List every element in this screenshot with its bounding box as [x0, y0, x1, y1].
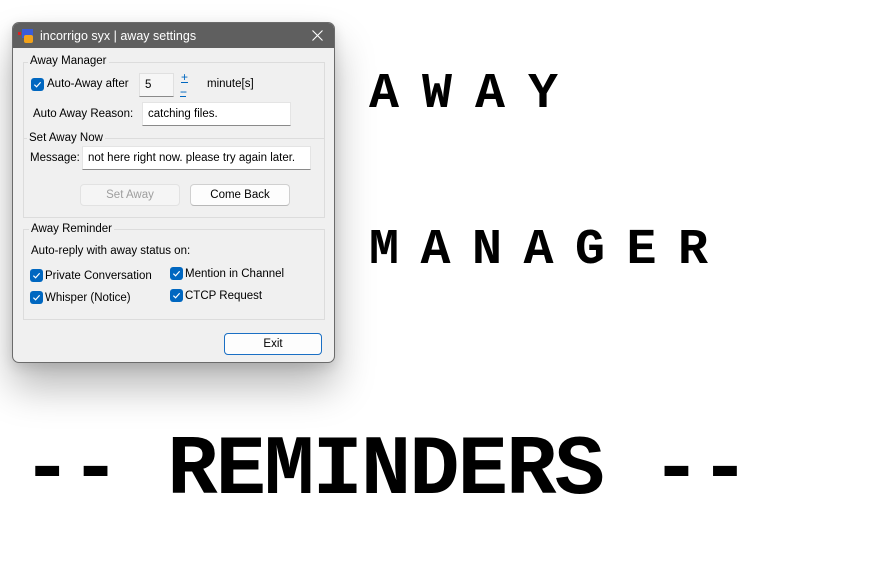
window-title: incorrigo syx | away settings — [40, 28, 197, 43]
auto-away-label: Auto-Away after — [47, 78, 129, 90]
decrement-minutes-button[interactable]: -- — [180, 85, 187, 97]
auto-away-minutes-input[interactable]: 5 — [139, 73, 174, 97]
away-message-input[interactable]: not here right now. please try again lat… — [82, 146, 311, 170]
background-heading-manager: MANAGER — [369, 222, 730, 279]
set-away-button[interactable]: Set Away — [80, 184, 180, 206]
mention-in-channel-checkbox[interactable] — [170, 267, 183, 280]
whisper-notice-checkbox[interactable] — [30, 291, 43, 304]
ctcp-request-checkbox[interactable] — [170, 289, 183, 302]
come-back-button[interactable]: Come Back — [190, 184, 290, 206]
ctcp-request-label: CTCP Request — [185, 290, 263, 302]
close-icon — [311, 30, 323, 41]
increment-minutes-button[interactable]: + — [181, 71, 188, 83]
auto-reply-description: Auto-reply with away status on: — [31, 245, 191, 257]
app-icon — [18, 28, 34, 44]
checkmark-icon — [32, 272, 41, 279]
background-heading-away: AWAY — [369, 66, 582, 123]
away-manager-group-title: Away Manager — [28, 55, 109, 68]
background-heading-reminders: -- REMINDERS -- — [22, 424, 750, 519]
close-button[interactable] — [306, 25, 328, 46]
away-settings-dialog: incorrigo syx | away settings Away Manag… — [12, 22, 335, 363]
away-reminder-group-title: Away Reminder — [29, 223, 114, 236]
exit-button[interactable]: Exit — [224, 333, 322, 355]
auto-away-reason-label: Auto Away Reason: — [33, 108, 134, 120]
title-bar[interactable]: incorrigo syx | away settings — [13, 23, 334, 48]
mention-in-channel-label: Mention in Channel — [185, 268, 285, 280]
private-conversation-checkbox[interactable] — [30, 269, 43, 282]
checkmark-icon — [172, 292, 181, 299]
checkmark-icon — [32, 294, 41, 301]
auto-away-reason-input[interactable]: catching files. — [142, 102, 291, 126]
checkmark-icon — [172, 270, 181, 277]
private-conversation-label: Private Conversation — [45, 270, 152, 282]
set-away-now-title: Set Away Now — [27, 132, 105, 145]
message-label: Message: — [30, 152, 80, 164]
whisper-notice-label: Whisper (Notice) — [45, 292, 131, 304]
auto-away-checkbox[interactable] — [31, 78, 44, 91]
minutes-unit-label: minute[s] — [207, 78, 254, 90]
checkmark-icon — [33, 81, 42, 88]
